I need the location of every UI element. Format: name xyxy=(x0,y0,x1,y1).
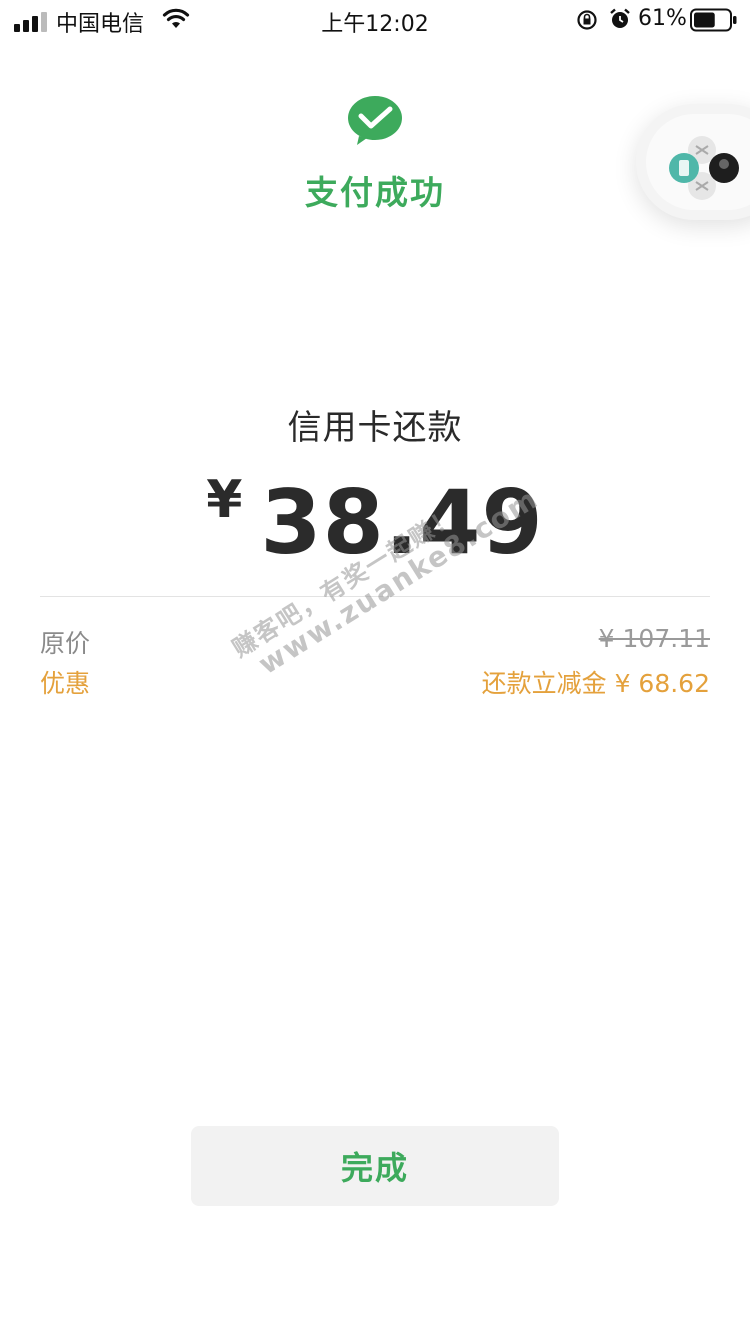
merchant-name: 信用卡还款 xyxy=(287,408,463,448)
discount-value: 还款立减金 ¥ 68.62 xyxy=(481,669,710,698)
done-button[interactable]: 完成 xyxy=(191,1126,559,1206)
payment-amount: ¥38.49 xyxy=(0,470,750,574)
wechat-pay-icon xyxy=(346,95,404,151)
discount-label: 优惠 xyxy=(40,669,91,698)
divider xyxy=(40,596,710,597)
battery-icon xyxy=(690,8,738,36)
alarm-clock-icon xyxy=(608,7,632,35)
rotation-lock-icon xyxy=(576,9,598,35)
status-bar: 中国电信 上午12:02 61% xyxy=(0,0,750,40)
battery-percent: 61% xyxy=(638,6,687,31)
amount-value: 38.49 xyxy=(260,471,544,574)
original-price-value: ¥ 107.11 xyxy=(598,624,710,653)
floating-mini-window[interactable] xyxy=(636,104,750,220)
floating-app-icons xyxy=(669,136,739,200)
floating-window-body xyxy=(646,114,750,210)
original-price-label: 原价 xyxy=(40,629,91,658)
currency-symbol: ¥ xyxy=(206,470,243,530)
